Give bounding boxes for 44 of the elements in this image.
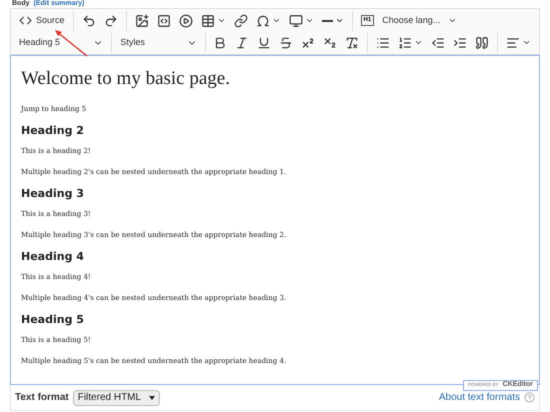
superscript-icon	[301, 36, 316, 50]
caret-icon	[522, 38, 531, 47]
blockquote-icon	[475, 36, 490, 50]
source-icon	[19, 14, 32, 27]
text-format-label: Text format	[15, 391, 69, 405]
section-heading: Heading 4	[21, 249, 85, 265]
bulleted-list-icon	[376, 36, 390, 50]
language-dropdown[interactable]: Choose lang...	[378, 10, 462, 30]
about-text-formats-link[interactable]: About text formats	[438, 390, 520, 405]
section-heading: Heading 3	[21, 186, 85, 202]
page-title: Welcome to my basic page.	[21, 68, 231, 90]
bold-icon	[213, 36, 228, 50]
section-heading: Heading 5	[21, 312, 85, 328]
caret-icon	[216, 16, 226, 25]
redo-icon	[104, 14, 118, 28]
image-icon	[134, 14, 149, 28]
caret-icon	[272, 16, 281, 25]
subscript-icon	[323, 36, 338, 50]
help-icon	[524, 392, 535, 403]
annotation-arrow	[53, 28, 89, 58]
section-heading: Heading 2	[21, 123, 85, 139]
outdent-icon	[431, 36, 446, 50]
italic-icon	[235, 36, 250, 50]
remove-format-icon	[345, 36, 360, 50]
caret-icon	[414, 38, 424, 47]
monitor-icon	[288, 14, 303, 28]
caret-icon	[149, 396, 156, 400]
link-icon	[234, 14, 248, 28]
caret-icon	[304, 16, 314, 25]
heading-dropdown[interactable]: Heading 5	[15, 32, 108, 52]
underline-icon	[257, 36, 272, 50]
omega-icon	[256, 14, 270, 28]
caret-icon	[448, 16, 458, 25]
indent-icon	[453, 36, 468, 50]
table-icon	[200, 14, 215, 28]
align-icon	[506, 36, 520, 50]
caret-icon	[334, 16, 344, 25]
play-icon	[178, 14, 193, 28]
strikethrough-icon	[279, 36, 294, 50]
format-select[interactable]: Filtered HTML	[72, 390, 160, 406]
numbered-list-icon	[398, 36, 412, 50]
undo-icon	[82, 14, 96, 28]
styles-dropdown[interactable]: Styles	[116, 32, 201, 52]
source-button[interactable]: Source	[15, 10, 69, 30]
